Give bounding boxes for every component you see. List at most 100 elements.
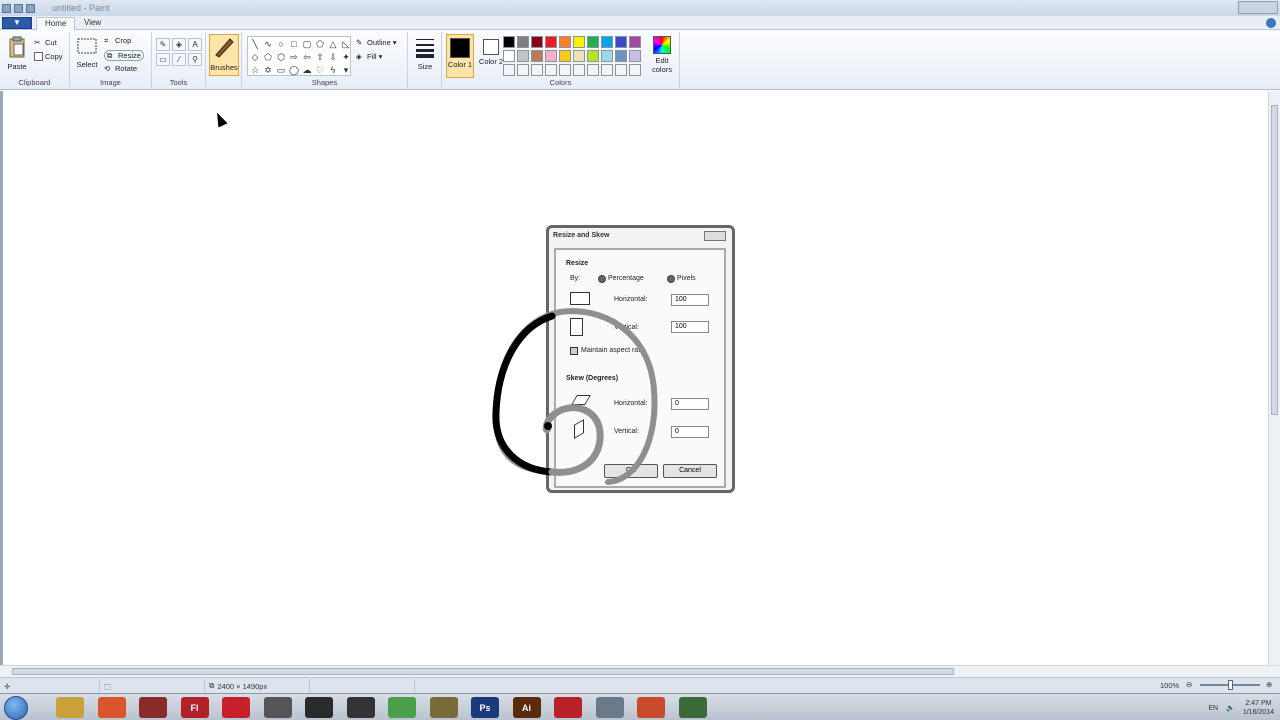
taskbar-app-app3[interactable] xyxy=(139,697,167,718)
palette-swatch[interactable] xyxy=(573,64,585,76)
window-controls[interactable] xyxy=(1238,1,1278,14)
taskbar-app-flash[interactable]: Fl xyxy=(180,697,209,718)
zoom-out-icon[interactable]: ⊖ xyxy=(1186,680,1192,689)
fill-bucket-icon[interactable]: ◈ xyxy=(172,38,186,51)
palette-swatch[interactable] xyxy=(629,36,641,48)
palette-swatch[interactable] xyxy=(503,36,515,48)
palette-swatch[interactable] xyxy=(601,36,613,48)
cut-button[interactable]: ✂ Cut xyxy=(34,38,57,47)
pentagon-shape-icon[interactable]: ⬠ xyxy=(262,51,274,63)
left-arrow-shape-icon[interactable]: ⇦ xyxy=(301,51,313,63)
gallery-more-icon[interactable]: ▾ xyxy=(340,64,352,76)
curve-shape-icon[interactable]: ∿ xyxy=(262,38,274,50)
rotate-button[interactable]: ⟲ Rotate xyxy=(104,64,137,73)
edit-colors-button[interactable]: Edit colors xyxy=(648,36,676,74)
eraser-icon[interactable]: ▭ xyxy=(156,53,170,66)
callout-rect-icon[interactable]: ▭ xyxy=(275,64,287,76)
paste-button[interactable]: Paste xyxy=(4,36,30,71)
pencil-icon[interactable]: ✎ xyxy=(156,38,170,51)
color-palette[interactable] xyxy=(503,36,641,76)
hexagon-shape-icon[interactable]: ⬡ xyxy=(275,51,287,63)
palette-swatch[interactable] xyxy=(559,36,571,48)
speaker-icon[interactable]: 🔈 xyxy=(1226,704,1235,712)
palette-swatch[interactable] xyxy=(531,64,543,76)
palette-swatch[interactable] xyxy=(615,64,627,76)
palette-swatch[interactable] xyxy=(531,36,543,48)
palette-swatch[interactable] xyxy=(545,50,557,62)
heart-shape-icon[interactable]: ♡ xyxy=(314,64,326,76)
zoom-slider[interactable] xyxy=(1200,680,1260,690)
palette-swatch[interactable] xyxy=(573,50,585,62)
palette-swatch[interactable] xyxy=(615,36,627,48)
tab-home[interactable]: Home xyxy=(36,17,76,30)
four-point-star-icon[interactable]: ✦ xyxy=(340,51,352,63)
outline-button[interactable]: ✎ Outline ▾ xyxy=(356,38,397,47)
shapes-gallery[interactable]: ╲ ∿ ○ □ ▢ ⬠ △ ◺ ◇ ⬠ ⬡ ⇨ ⇦ ⇧ ⇩ ✦ ☆ ✡ ▭ ◯ … xyxy=(247,36,351,76)
right-arrow-shape-icon[interactable]: ⇨ xyxy=(288,51,300,63)
palette-swatch[interactable] xyxy=(629,50,641,62)
vertical-scrollbar[interactable] xyxy=(1268,91,1280,665)
right-triangle-shape-icon[interactable]: ◺ xyxy=(340,38,352,50)
rounded-rectangle-shape-icon[interactable]: ▢ xyxy=(301,38,313,50)
palette-swatch[interactable] xyxy=(587,36,599,48)
palette-swatch[interactable] xyxy=(601,50,613,62)
taskbar-app-photoshop[interactable]: Ps xyxy=(471,697,499,718)
down-arrow-shape-icon[interactable]: ⇩ xyxy=(327,51,339,63)
five-point-star-icon[interactable]: ☆ xyxy=(249,64,261,76)
palette-swatch[interactable] xyxy=(629,64,641,76)
brushes-button[interactable]: Brushes xyxy=(209,34,239,76)
zoom-in-icon[interactable]: ⊕ xyxy=(1266,680,1272,689)
taskbar-app-app6[interactable] xyxy=(263,697,292,718)
polygon-shape-icon[interactable]: ⬠ xyxy=(314,38,326,50)
taskbar-app-explorer[interactable] xyxy=(56,697,84,718)
line-shape-icon[interactable]: ╲ xyxy=(249,38,261,50)
text-icon[interactable]: A xyxy=(188,38,202,51)
taskbar-app-app7[interactable] xyxy=(305,697,333,718)
taskbar-app-firefox[interactable] xyxy=(97,697,126,718)
palette-swatch[interactable] xyxy=(517,36,529,48)
crop-button[interactable]: ⌗ Crop xyxy=(104,36,131,45)
paint-menu-button[interactable]: ▼ xyxy=(2,17,32,29)
callout-oval-icon[interactable]: ◯ xyxy=(288,64,300,76)
rectangle-shape-icon[interactable]: □ xyxy=(288,38,300,50)
palette-swatch[interactable] xyxy=(545,64,557,76)
lightning-shape-icon[interactable]: ϟ xyxy=(327,64,339,76)
six-point-star-icon[interactable]: ✡ xyxy=(262,64,274,76)
palette-swatch[interactable] xyxy=(601,64,613,76)
palette-swatch[interactable] xyxy=(503,64,515,76)
help-icon[interactable] xyxy=(1266,18,1276,28)
palette-swatch[interactable] xyxy=(559,64,571,76)
taskbar-app-illustrator[interactable]: Ai xyxy=(512,697,541,718)
select-button[interactable]: Select xyxy=(74,36,100,69)
copy-button[interactable]: Copy xyxy=(34,52,63,61)
color-picker-icon[interactable]: ⁄ xyxy=(172,53,186,66)
oval-shape-icon[interactable]: ○ xyxy=(275,38,287,50)
up-arrow-shape-icon[interactable]: ⇧ xyxy=(314,51,326,63)
resize-button[interactable]: ⧉ Resize xyxy=(104,50,144,61)
taskbar-app-unity[interactable] xyxy=(346,697,375,718)
palette-swatch[interactable] xyxy=(503,50,515,62)
palette-swatch[interactable] xyxy=(517,64,529,76)
taskbar-app-paint[interactable] xyxy=(595,697,624,718)
palette-swatch[interactable] xyxy=(559,50,571,62)
taskbar-app-app15[interactable] xyxy=(637,697,665,718)
diamond-shape-icon[interactable]: ◇ xyxy=(249,51,261,63)
palette-swatch[interactable] xyxy=(545,36,557,48)
callout-cloud-icon[interactable]: ☁ xyxy=(301,64,313,76)
color1-button[interactable]: Color 1 xyxy=(446,34,474,78)
horizontal-scrollbar[interactable] xyxy=(0,665,1280,677)
fill-button[interactable]: ◈ Fill ▾ xyxy=(356,52,382,61)
quick-access-toolbar[interactable] xyxy=(2,1,46,15)
palette-swatch[interactable] xyxy=(517,50,529,62)
taskbar-app-app16[interactable] xyxy=(678,697,707,718)
start-button[interactable] xyxy=(4,696,28,720)
taskbar-app-app10[interactable] xyxy=(429,697,458,718)
size-button[interactable]: Size xyxy=(412,36,438,71)
palette-swatch[interactable] xyxy=(573,36,585,48)
palette-swatch[interactable] xyxy=(531,50,543,62)
language-indicator[interactable]: EN xyxy=(1208,705,1218,712)
horizontal-scroll-thumb[interactable] xyxy=(12,668,954,675)
vertical-scroll-thumb[interactable] xyxy=(1271,105,1278,415)
taskbar-app-acrobat[interactable] xyxy=(222,697,250,718)
taskbar-app-app13[interactable] xyxy=(554,697,582,718)
